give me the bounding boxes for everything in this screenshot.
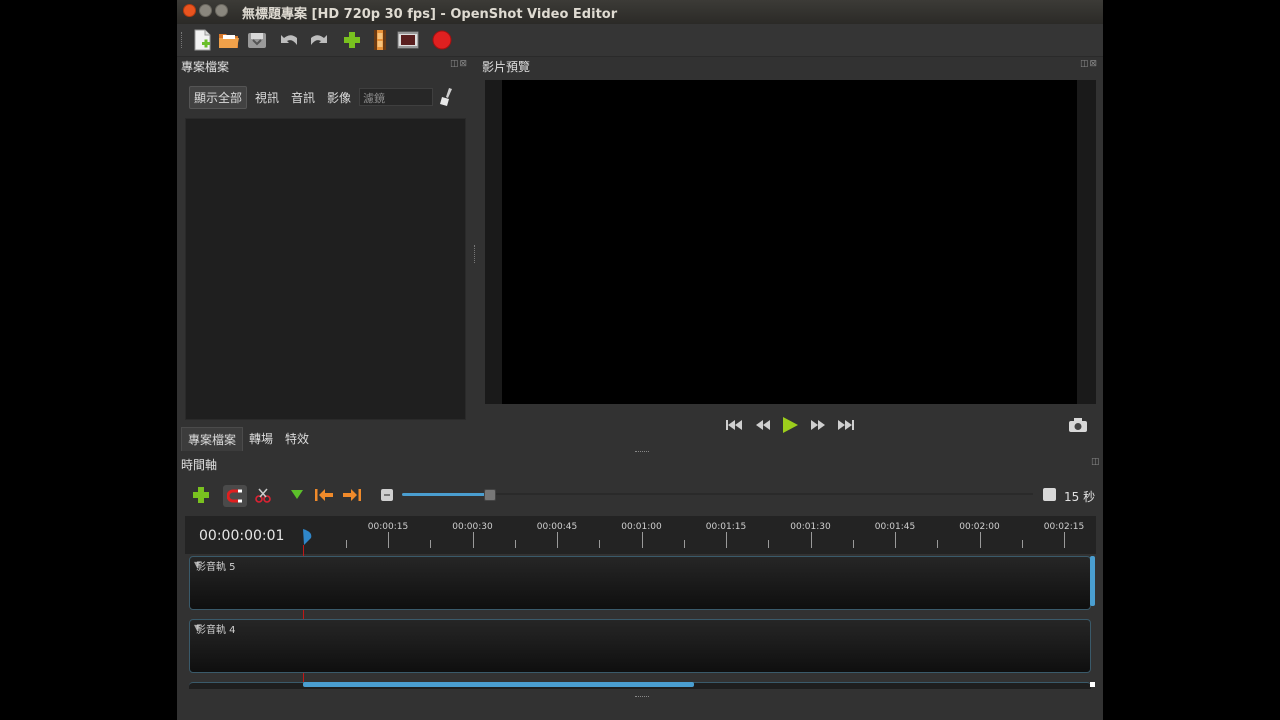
previous-marker-icon[interactable] xyxy=(314,485,334,505)
play-icon[interactable] xyxy=(780,416,800,434)
bottom-splitter-handle[interactable] xyxy=(635,696,649,699)
fast-forward-icon[interactable] xyxy=(808,416,828,434)
ruler-tick xyxy=(810,532,812,548)
project-files-list[interactable] xyxy=(185,118,466,420)
zoom-scale-label: 15 秒 xyxy=(1064,490,1096,504)
next-marker-icon[interactable] xyxy=(342,485,362,505)
snapping-magnet-icon[interactable] xyxy=(223,485,247,507)
video-preview-canvas[interactable] xyxy=(502,80,1077,404)
ruler-tick xyxy=(641,532,643,548)
ruler-tick-label: 00:01:30 xyxy=(790,522,831,532)
scrollbar-corner xyxy=(1090,682,1095,687)
timeline-dock-controls[interactable]: ◫ xyxy=(1091,457,1101,467)
save-project-icon[interactable] xyxy=(246,29,268,51)
app-window: 無標題專案 [HD 720p 30 fps] - OpenShot Video … xyxy=(177,0,1103,720)
maximize-window-icon[interactable] xyxy=(215,4,228,17)
project-files-filter-bar: 顯示全部 視訊 音訊 影像 濾鏡 xyxy=(189,85,455,109)
track-label: 影音軌 4 xyxy=(196,625,236,636)
add-track-icon[interactable] xyxy=(191,485,211,505)
filter-show-all[interactable]: 顯示全部 xyxy=(189,85,248,109)
filter-video[interactable]: 視訊 xyxy=(251,87,283,108)
choose-profile-icon[interactable] xyxy=(369,29,391,51)
undo-icon[interactable] xyxy=(279,29,301,51)
window-title: 無標題專案 [HD 720p 30 fps] - OpenShot Video … xyxy=(242,7,618,22)
project-files-title: 專案檔案 xyxy=(181,60,230,74)
zoom-slider-handle[interactable] xyxy=(484,489,496,501)
vertical-splitter-handle[interactable] xyxy=(474,245,477,263)
ruler-tick xyxy=(768,540,770,548)
ruler-tick xyxy=(852,540,854,548)
ruler-tick-label: 00:02:00 xyxy=(959,522,1000,532)
ruler-tick xyxy=(345,540,347,548)
ruler-tick xyxy=(430,540,432,548)
track-row[interactable] xyxy=(189,556,1091,610)
project-files-dock-controls[interactable]: ◫⊠ xyxy=(450,59,468,69)
project-files-bottom-tabs: 專案檔案 轉場 特效 xyxy=(181,427,315,451)
title-bar: 無標題專案 [HD 720p 30 fps] - OpenShot Video … xyxy=(177,0,1103,24)
ruler-tick xyxy=(1064,532,1065,548)
minimize-window-icon[interactable] xyxy=(199,4,212,17)
video-preview-title: 影片預覽 xyxy=(482,60,531,74)
tab-transitions[interactable]: 轉場 xyxy=(243,427,279,451)
camera-snapshot-icon[interactable] xyxy=(1068,416,1088,434)
ruler-tick xyxy=(472,532,474,548)
redo-icon[interactable] xyxy=(307,29,329,51)
timeline-horizontal-scrollbar[interactable] xyxy=(303,682,694,687)
ruler-tick-label: 00:00:15 xyxy=(367,522,409,532)
filter-image[interactable]: 影像 xyxy=(323,87,355,108)
ruler-tick xyxy=(514,540,516,548)
track-label: 影音軌 5 xyxy=(196,562,236,573)
main-toolbar xyxy=(177,24,1103,57)
fullscreen-icon[interactable] xyxy=(397,29,419,51)
ruler-tick xyxy=(895,532,896,548)
zoom-slider-track[interactable] xyxy=(490,493,1033,495)
export-video-icon[interactable] xyxy=(431,29,453,51)
ruler-tick-label: 00:02:15 xyxy=(1043,522,1085,532)
ruler-tick xyxy=(599,540,601,548)
ruler-tick-label: 00:00:45 xyxy=(536,522,578,532)
razor-scissors-icon[interactable] xyxy=(253,485,273,505)
close-window-icon[interactable] xyxy=(183,4,196,17)
jump-start-icon[interactable] xyxy=(725,416,745,434)
zoom-slider-fill[interactable] xyxy=(402,493,490,496)
zoom-out-icon[interactable] xyxy=(377,485,397,505)
ruler-tick-label: 00:01:45 xyxy=(874,522,916,532)
clear-filter-broom-icon[interactable] xyxy=(439,87,455,107)
tab-project-files[interactable]: 專案檔案 xyxy=(181,427,244,451)
filter-input[interactable]: 濾鏡 xyxy=(359,88,434,106)
rewind-icon[interactable] xyxy=(753,416,773,434)
ruler-tick xyxy=(557,532,558,548)
import-files-icon[interactable] xyxy=(341,29,363,51)
toolbar-grip[interactable] xyxy=(181,32,185,48)
ruler-tick xyxy=(937,540,939,548)
timeline-title: 時間軸 xyxy=(181,458,218,472)
ruler-tick-label: 00:01:00 xyxy=(621,522,662,532)
add-marker-icon[interactable] xyxy=(287,485,307,505)
ruler-tick xyxy=(726,532,727,548)
ruler-tick xyxy=(683,540,685,548)
video-preview-dock-controls[interactable]: ◫⊠ xyxy=(1080,59,1098,69)
ruler-tick xyxy=(1021,540,1023,548)
ruler-tick xyxy=(979,532,981,548)
timeline-vertical-scrollbar[interactable] xyxy=(1090,556,1095,606)
horizontal-splitter-handle[interactable] xyxy=(635,451,649,454)
zoom-in-icon[interactable] xyxy=(1043,488,1056,501)
ruler-tick xyxy=(388,532,389,548)
current-time-display: 00:00:00:01 xyxy=(199,528,285,544)
ruler-tick-label: 00:00:30 xyxy=(452,522,493,532)
ruler-tick-label: 00:01:15 xyxy=(705,522,747,532)
tab-effects[interactable]: 特效 xyxy=(279,427,315,451)
filter-audio[interactable]: 音訊 xyxy=(287,87,319,108)
jump-end-icon[interactable] xyxy=(836,416,856,434)
new-project-icon[interactable] xyxy=(191,29,213,51)
open-project-icon[interactable] xyxy=(218,29,240,51)
track-row[interactable] xyxy=(189,619,1091,673)
